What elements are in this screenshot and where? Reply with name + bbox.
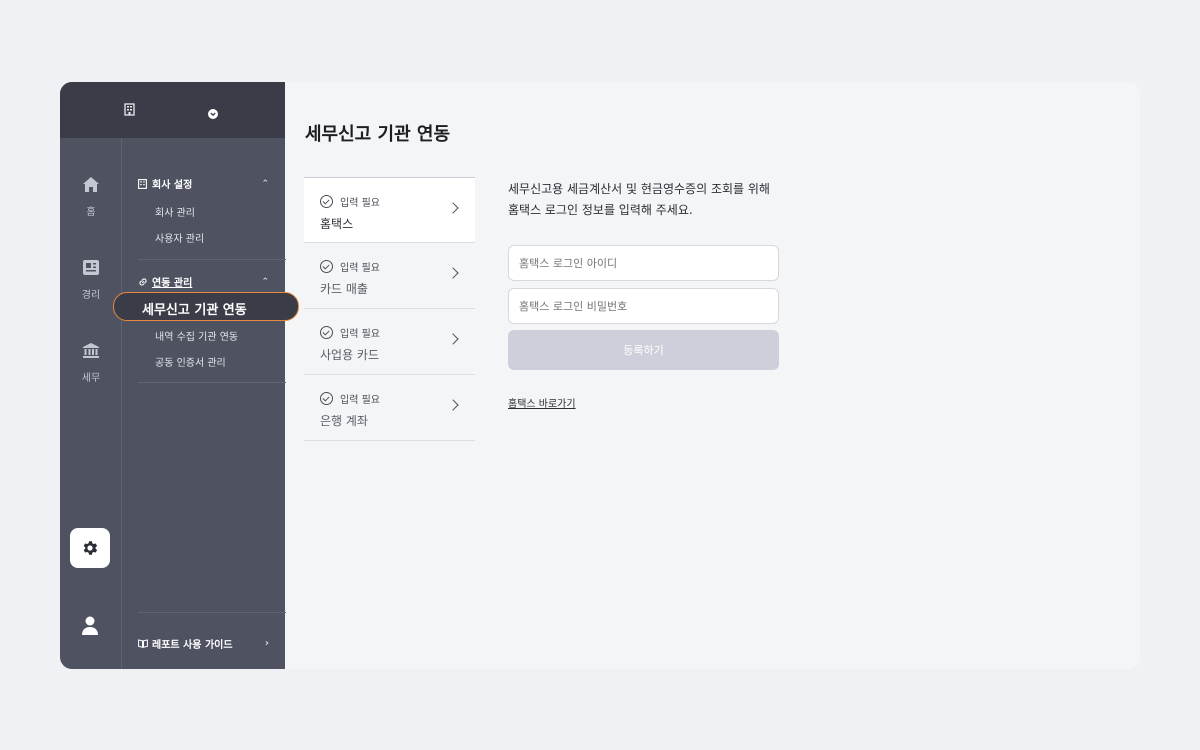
sidebar-menu: 회사 설정 ⌃ 회사 관리 사용자 관리 연동 관리 ⌃ 내역 수집 기관 연동…: [122, 138, 286, 669]
instruction-line-1: 세무신고용 세금계산서 및 현금영수증의 조회를 위해: [508, 182, 770, 196]
app-window: 홈 경리 세무 회사 설정 ⌃ 회사 관리 사용자 관리 연동 관리 ⌃ 내역 …: [60, 82, 1140, 669]
building-icon: [124, 101, 135, 120]
menu-section-integration[interactable]: 연동 관리 ⌃: [138, 274, 269, 289]
menu-item-company-manage[interactable]: 회사 관리: [155, 204, 195, 219]
institution-item-business-card[interactable]: 입력 필요 사업용 카드: [304, 309, 475, 375]
sidebar-item-tax-integration[interactable]: 세무신고 기관 연동: [113, 292, 299, 321]
rail-item-home[interactable]: 홈: [60, 176, 122, 218]
check-circle-icon: [320, 326, 333, 339]
chevron-down-icon[interactable]: [208, 104, 218, 123]
menu-section-company[interactable]: 회사 설정 ⌃: [138, 176, 269, 191]
link-icon: [139, 277, 147, 286]
home-icon: [83, 177, 99, 192]
bank-icon: [83, 343, 99, 358]
menu-section-company-label: 회사 설정: [152, 180, 193, 191]
guide-link[interactable]: 레포트 사용 가이드 ›: [138, 636, 269, 651]
sidebar: 홈 경리 세무 회사 설정 ⌃ 회사 관리 사용자 관리 연동 관리 ⌃ 내역 …: [60, 82, 286, 669]
chevron-right-icon: ›: [264, 638, 269, 649]
institution-item-hometax[interactable]: 입력 필요 홈택스: [304, 177, 475, 243]
guide-label: 레포트 사용 가이드: [152, 640, 233, 651]
rail-item-accounting[interactable]: 경리: [60, 259, 122, 301]
check-circle-icon: [320, 195, 333, 208]
rail-item-tax[interactable]: 세무: [60, 342, 122, 384]
company-switcher[interactable]: [60, 82, 285, 138]
menu-divider: [138, 259, 286, 260]
chevron-up-icon: ⌃: [261, 178, 269, 189]
hometax-shortcut-link[interactable]: 홈택스 바로가기: [508, 395, 576, 410]
menu-divider: [138, 612, 286, 613]
instruction-text: 세무신고용 세금계산서 및 현금영수증의 조회를 위해 홈택스 로그인 정보를 …: [508, 179, 808, 221]
settings-button[interactable]: [70, 528, 110, 568]
status-label: 입력 필요: [340, 329, 380, 340]
menu-item-certificate[interactable]: 공동 인증서 관리: [155, 354, 226, 369]
check-circle-icon: [320, 260, 333, 273]
page-title: 세무신고 기관 연동: [305, 124, 451, 145]
hometax-password-input[interactable]: [508, 288, 779, 324]
rail-label-tax: 세무: [81, 373, 101, 384]
status-label: 입력 필요: [340, 198, 380, 209]
menu-item-history-integration[interactable]: 내역 수집 기관 연동: [155, 328, 238, 343]
instruction-line-2: 홈택스 로그인 정보를 입력해 주세요.: [508, 203, 693, 217]
chevron-up-icon: ⌃: [261, 276, 269, 287]
rail-label-home: 홈: [86, 207, 96, 218]
ledger-icon: [83, 260, 99, 275]
status-label: 입력 필요: [340, 263, 380, 274]
user-icon: [82, 616, 98, 635]
building-icon: [138, 178, 147, 189]
institution-list: 입력 필요 홈택스 입력 필요 카드 매출 입력 필요 사업용 카드 입력 필요…: [304, 177, 475, 441]
menu-item-user-manage[interactable]: 사용자 관리: [155, 230, 204, 245]
book-icon: [138, 639, 148, 648]
check-circle-icon: [320, 392, 333, 405]
institution-name: 홈택스: [320, 217, 354, 231]
institution-name: 사업용 카드: [320, 348, 380, 362]
gear-icon: [83, 541, 98, 555]
institution-item-card-sales[interactable]: 입력 필요 카드 매출: [304, 243, 475, 309]
institution-item-bank-account[interactable]: 입력 필요 은행 계좌: [304, 375, 475, 441]
institution-name: 은행 계좌: [320, 414, 368, 428]
hometax-id-input[interactable]: [508, 245, 779, 281]
profile-button[interactable]: [80, 615, 100, 637]
nav-rail: 홈 경리 세무: [60, 138, 122, 669]
register-button[interactable]: 등록하기: [508, 330, 779, 370]
main-content: 세무신고 기관 연동 입력 필요 홈택스 입력 필요 카드 매출 입력 필요 사…: [285, 82, 1140, 669]
institution-name: 카드 매출: [320, 282, 368, 296]
menu-divider: [138, 382, 286, 383]
status-label: 입력 필요: [340, 395, 380, 406]
rail-label-accounting: 경리: [81, 290, 101, 301]
menu-section-integration-label: 연동 관리: [152, 278, 193, 289]
